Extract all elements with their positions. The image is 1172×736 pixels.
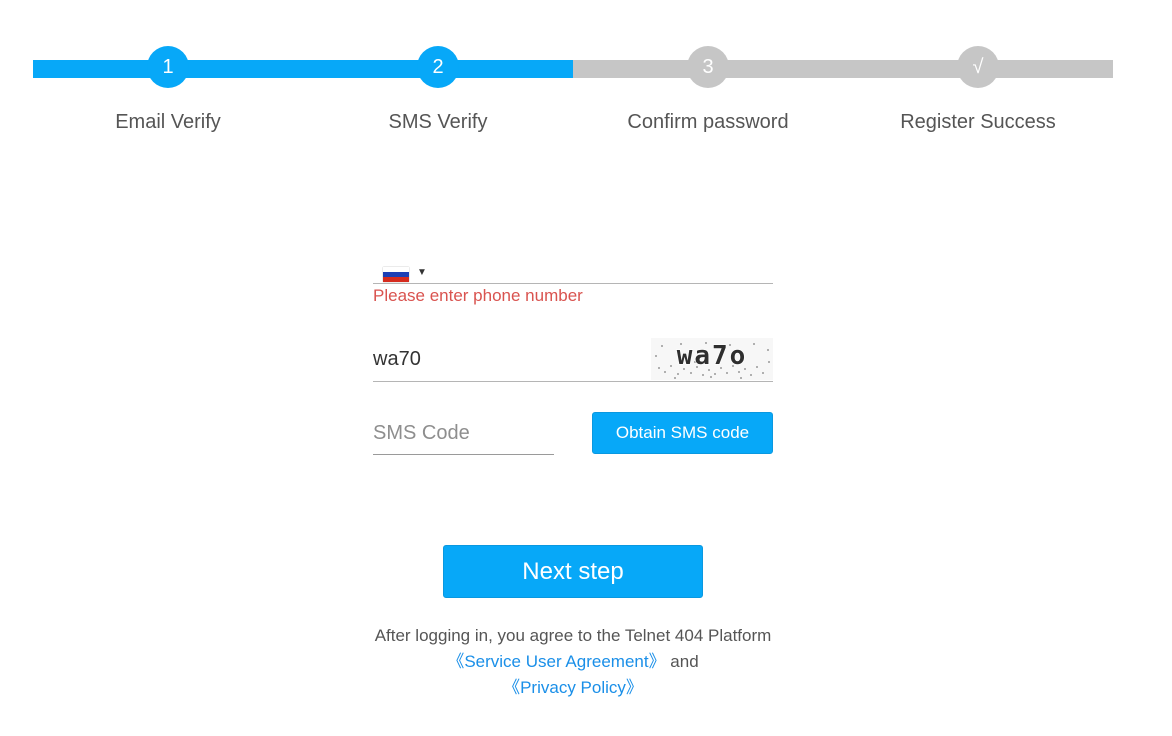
phone-field: ▼: [373, 262, 775, 284]
triangle-down-icon[interactable]: ▼: [417, 267, 427, 278]
captcha-field: wa7o: [373, 334, 773, 382]
step-label: Confirm password: [627, 111, 789, 133]
captcha-image[interactable]: wa7o: [651, 338, 773, 380]
step-label: Email Verify: [115, 111, 221, 133]
step-number: 1: [147, 46, 189, 88]
service-agreement-link[interactable]: 《Service User Agreement》: [447, 652, 665, 671]
step-email-verify: 1 Email Verify: [33, 46, 303, 134]
phone-input[interactable]: [433, 262, 775, 284]
step-label: Register Success: [900, 111, 1056, 133]
obtain-sms-code-button[interactable]: Obtain SMS code: [592, 412, 773, 454]
agreement-prefix: After logging in, you agree to the Telne…: [374, 626, 772, 645]
privacy-policy-link[interactable]: 《Privacy Policy》: [503, 678, 643, 697]
phone-error-message: Please enter phone number: [373, 286, 583, 305]
russia-flag-icon[interactable]: [383, 267, 409, 282]
checkmark-icon: √: [957, 46, 999, 88]
sms-code-field: [373, 410, 554, 455]
step-confirm-password: 3 Confirm password: [573, 46, 843, 134]
next-step-button[interactable]: Next step: [443, 545, 703, 598]
captcha-text: wa7o: [677, 341, 748, 371]
step-label: SMS Verify: [388, 111, 488, 133]
captcha-input[interactable]: [373, 346, 633, 372]
captcha-noise: wa7o: [655, 340, 770, 379]
step-register-success: √ Register Success: [843, 46, 1113, 134]
agreement-middle: and: [665, 652, 699, 671]
step-number: 2: [417, 46, 459, 88]
step-sms-verify: 2 SMS Verify: [303, 46, 573, 134]
step-number: 3: [687, 46, 729, 88]
agreement-text: After logging in, you agree to the Telne…: [373, 623, 773, 701]
sms-code-input[interactable]: [373, 420, 553, 446]
